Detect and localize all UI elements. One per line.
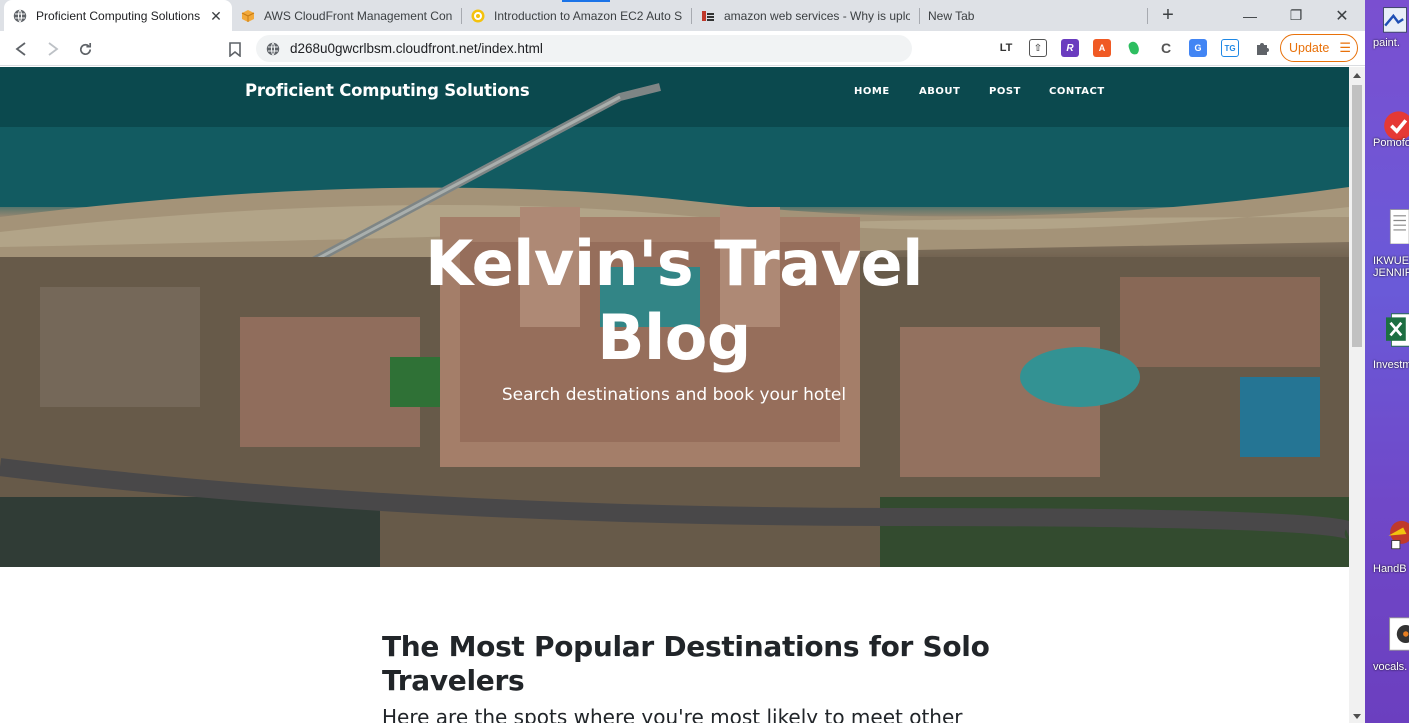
hero-title-line-1: Kelvin's Travel (425, 227, 923, 300)
hero-title: Kelvin's Travel Blog (374, 227, 974, 375)
address-url: d268u0gwcrlbsm.cloudfront.net/index.html (290, 41, 543, 56)
tab-title: Introduction to Amazon EC2 Auto Sc (494, 8, 682, 23)
address-bar[interactable]: d268u0gwcrlbsm.cloudfront.net/index.html (256, 35, 912, 62)
tab-strip: Proficient Computing Solutions ✕ AWS Clo… (0, 0, 1365, 31)
site-brand-link[interactable]: Proficient Computing Solutions (245, 81, 530, 100)
desktop-icon-label: IKWUE (1373, 255, 1409, 267)
hero-title-line-2: Blog (597, 301, 751, 374)
update-label: Update (1289, 41, 1330, 55)
excel-icon (1386, 313, 1409, 347)
back-button[interactable] (7, 35, 35, 63)
minimize-button[interactable]: — (1227, 0, 1273, 31)
tab-stackoverflow[interactable]: amazon web services - Why is uploa (692, 0, 918, 31)
desktop-icon-label: HandB (1373, 563, 1407, 575)
desktop-background: paint. Pomofo IKWUE JENNIF Investm HandB… (1365, 0, 1409, 723)
aws-box-icon (240, 8, 256, 24)
bookmark-button[interactable] (221, 35, 249, 63)
desktop-icon-paint[interactable]: paint. (1373, 6, 1409, 49)
menu-icon: ☰ (1339, 40, 1351, 55)
evernote-icon[interactable] (1125, 39, 1143, 57)
update-button[interactable]: Update ☰ (1280, 34, 1358, 62)
post-subtitle: Here are the spots where you're most lik… (382, 705, 963, 723)
desktop-icon-label: vocals. (1373, 661, 1408, 673)
scrollbar-thumb[interactable] (1352, 85, 1362, 347)
nav-home-link[interactable]: HOME (854, 86, 890, 97)
nav-about-link[interactable]: ABOUT (919, 86, 960, 97)
forward-button[interactable] (39, 35, 67, 63)
desktop-icon-audio[interactable]: vocals. (1373, 616, 1409, 673)
audio-file-icon (1389, 617, 1409, 651)
site-info-icon (266, 42, 280, 55)
page-scrollbar[interactable] (1349, 67, 1365, 723)
reload-icon (79, 42, 91, 55)
tab-separator (1147, 8, 1148, 24)
browser-toolbar: d268u0gwcrlbsm.cloudfront.net/index.html… (0, 31, 1365, 66)
desktop-icon-pomodoro[interactable]: Pomofo (1373, 106, 1409, 149)
tab-ec2-auto-scaling[interactable]: Introduction to Amazon EC2 Auto Sc (462, 0, 690, 31)
tab-proficient-computing[interactable]: Proficient Computing Solutions ✕ (4, 0, 232, 31)
desktop-icon-label: Pomofo (1373, 137, 1409, 149)
desktop-icon-handbrake[interactable]: HandB (1373, 516, 1409, 575)
tg-extension-icon[interactable]: TG (1221, 39, 1239, 57)
document-icon (1389, 209, 1409, 245)
post-title-link[interactable]: The Most Popular Destinations for Solo T… (382, 630, 1002, 698)
share-extension-icon[interactable]: ⇧ (1029, 39, 1047, 57)
close-tab-icon[interactable]: ✕ (208, 8, 224, 24)
tab-title: amazon web services - Why is uploa (724, 8, 910, 23)
globe-icon (12, 8, 28, 24)
c-extension-icon[interactable]: C (1157, 39, 1175, 57)
translate-a-extension-icon[interactable]: A (1093, 39, 1111, 57)
google-translate-icon[interactable]: G (1189, 39, 1207, 57)
desktop-icon-label-line-2: JENNIF (1373, 267, 1409, 279)
close-window-button[interactable]: ✕ (1319, 0, 1365, 31)
scroll-up-arrow-icon[interactable] (1353, 73, 1361, 78)
tab-new-tab[interactable]: New Tab (920, 0, 1146, 31)
restore-button[interactable]: ❐ (1273, 0, 1319, 31)
handbrake-icon (1388, 520, 1409, 550)
nav-post-link[interactable]: POST (989, 86, 1021, 97)
lt-extension-icon[interactable]: LT (997, 39, 1015, 57)
hero-subtitle: Search destinations and book your hotel (501, 385, 847, 405)
desktop-icon-excel[interactable]: Investm (1373, 312, 1409, 371)
browser-window: Proficient Computing Solutions ✕ AWS Clo… (0, 0, 1365, 723)
tab-title: Proficient Computing Solutions (36, 8, 201, 23)
site-navbar: Proficient Computing Solutions HOME ABOU… (0, 67, 1349, 117)
new-tab-button[interactable]: + (1156, 4, 1180, 28)
tab-aws-cloudfront[interactable]: AWS CloudFront Management Cons (232, 0, 460, 31)
tab-title: AWS CloudFront Management Cons (264, 8, 452, 23)
desktop-icon-label: Investm (1373, 359, 1409, 371)
tab-title: New Tab (928, 8, 975, 23)
bookmark-icon (229, 41, 241, 57)
hero-section: Proficient Computing Solutions HOME ABOU… (0, 67, 1349, 567)
page-viewport: Proficient Computing Solutions HOME ABOU… (0, 67, 1349, 723)
scroll-down-arrow-icon[interactable] (1353, 714, 1361, 719)
coursera-icon (470, 8, 486, 24)
nav-contact-link[interactable]: CONTACT (1049, 86, 1105, 97)
reload-button[interactable] (71, 35, 99, 63)
stackoverflow-icon (700, 8, 716, 24)
r-extension-icon[interactable]: R (1061, 39, 1079, 57)
back-arrow-icon (15, 42, 26, 56)
extensions-puzzle-icon[interactable] (1253, 39, 1271, 57)
desktop-icon-document[interactable]: IKWUE JENNIF (1373, 208, 1409, 279)
forward-arrow-icon (48, 42, 59, 56)
